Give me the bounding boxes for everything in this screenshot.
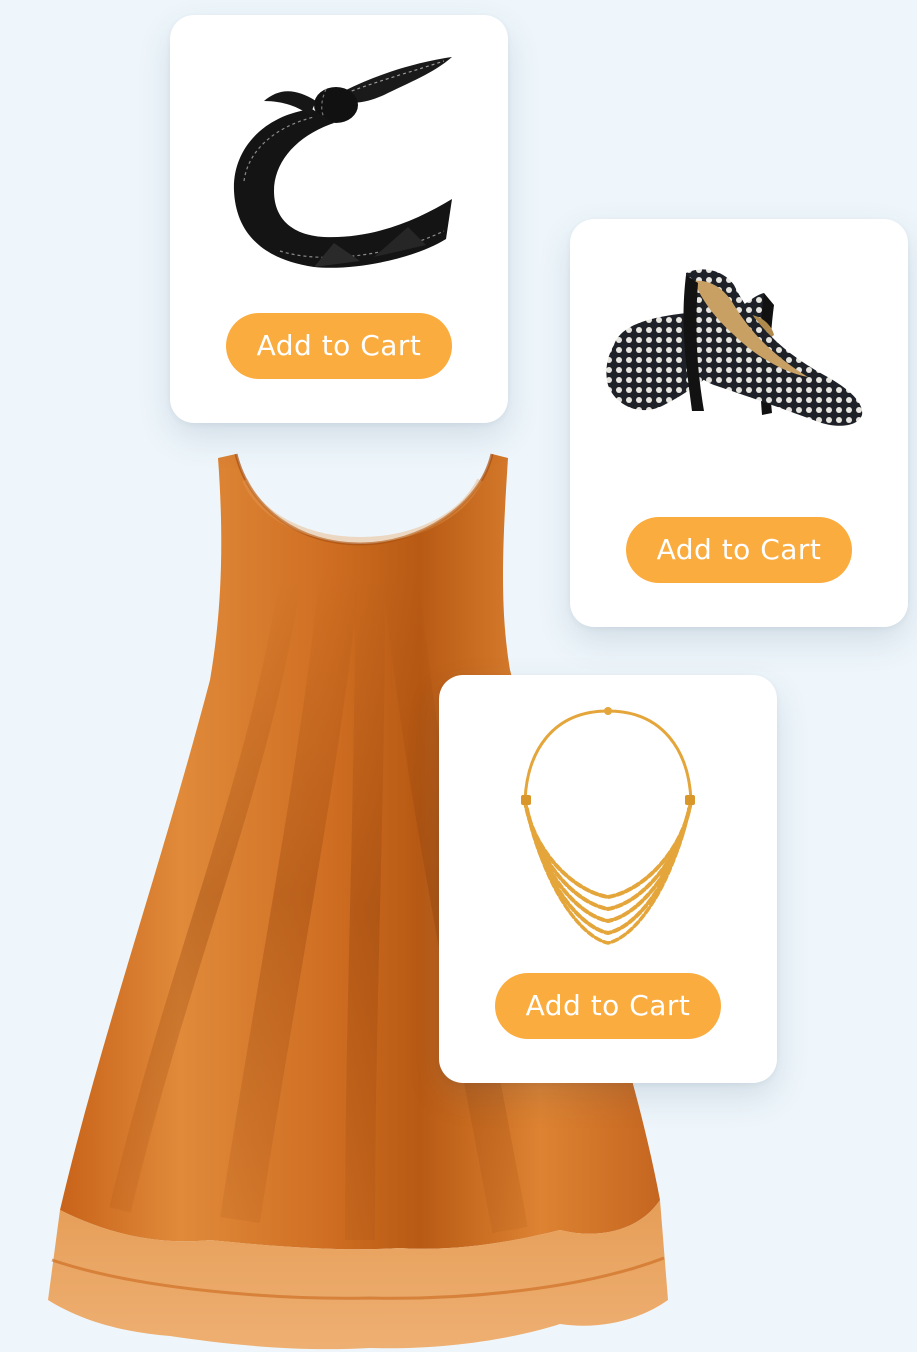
add-to-cart-button[interactable]: Add to Cart	[626, 517, 852, 583]
product-showcase: Add to Cart Add to Cart Add to Cart	[0, 0, 917, 1352]
product-card-scarf[interactable]: Add to Cart	[170, 15, 508, 423]
gold-layered-necklace-image	[463, 691, 753, 961]
black-bandana-scarf-image	[194, 31, 484, 301]
product-card-shoes[interactable]: Add to Cart	[570, 219, 908, 627]
product-card-necklace[interactable]: Add to Cart	[439, 675, 777, 1083]
add-to-cart-button[interactable]: Add to Cart	[226, 313, 452, 379]
polka-dot-high-heel-shoes-image	[594, 235, 884, 505]
add-to-cart-button[interactable]: Add to Cart	[495, 973, 721, 1039]
